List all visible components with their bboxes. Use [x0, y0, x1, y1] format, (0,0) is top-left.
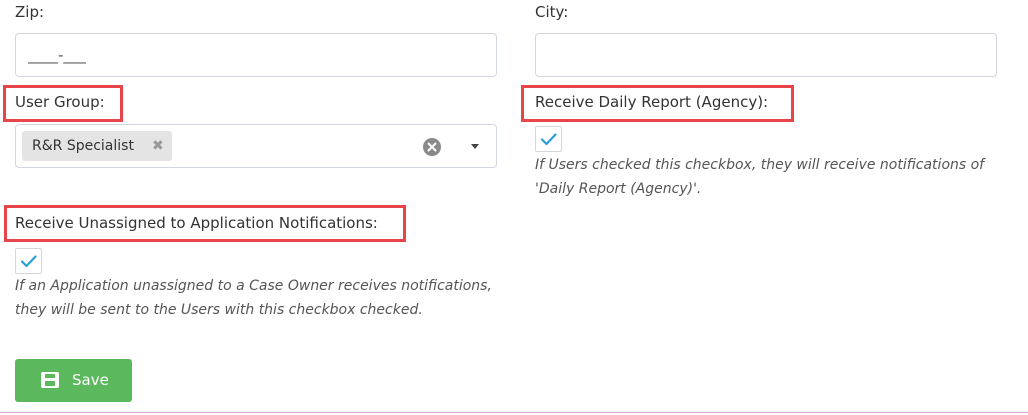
selected-tag: R&R Specialist — [22, 131, 172, 161]
save-icon — [41, 372, 59, 388]
user-group-label: User Group: — [15, 93, 105, 111]
daily-report-label: Receive Daily Report (Agency): — [535, 93, 769, 111]
unassigned-notifications-checkbox[interactable] — [15, 248, 42, 274]
unassigned-notifications-help: If an Application unassigned to a Case O… — [15, 278, 492, 318]
checkmark-icon — [20, 255, 37, 268]
remove-tag-icon[interactable]: ✖ — [152, 131, 164, 161]
checkmark-icon — [540, 133, 557, 146]
save-button-label: Save — [72, 371, 109, 389]
unassigned-notifications-label: Receive Unassigned to Application Notifi… — [15, 214, 378, 232]
selected-tag-label: R&R Specialist — [32, 138, 134, 154]
city-input[interactable] — [535, 33, 997, 77]
zip-label: Zip: — [15, 3, 45, 21]
city-label: City: — [535, 3, 569, 21]
clear-selection-icon[interactable] — [423, 138, 441, 156]
user-group-select[interactable]: R&R Specialist ✖ — [15, 124, 497, 168]
bottom-divider — [0, 412, 1028, 413]
daily-report-checkbox[interactable] — [535, 126, 562, 152]
zip-input[interactable] — [15, 33, 497, 77]
save-button[interactable]: Save — [15, 359, 132, 402]
daily-report-help: If Users checked this checkbox, they wil… — [535, 157, 985, 197]
chevron-down-icon[interactable] — [471, 144, 479, 149]
